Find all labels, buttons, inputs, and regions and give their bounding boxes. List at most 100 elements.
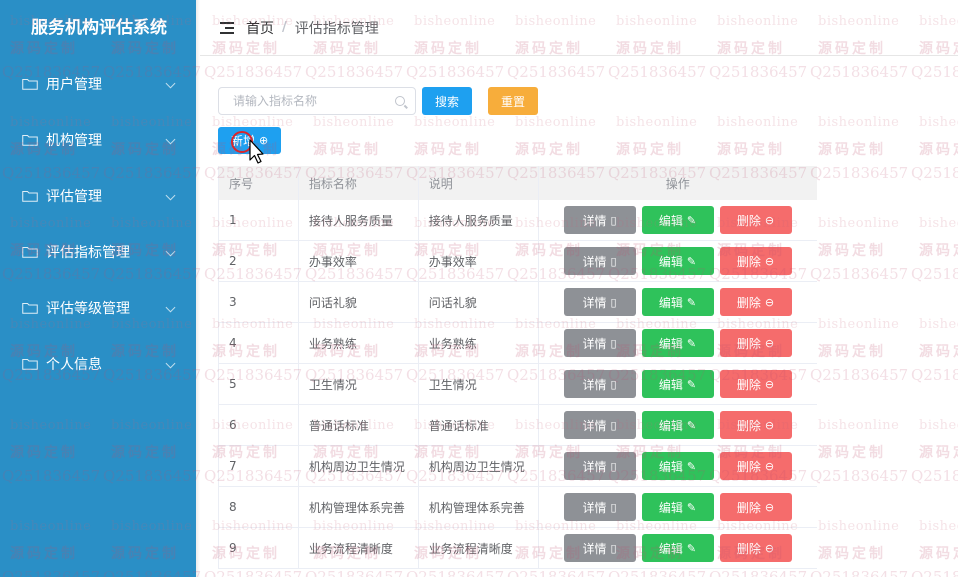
detail-button[interactable]: 详情 ▯: [563, 288, 636, 316]
detail-button[interactable]: 详情 ▯: [563, 452, 636, 480]
detail-label: 详情: [582, 254, 607, 269]
folder-icon: [22, 191, 38, 202]
delete-button[interactable]: 删除 ⊖: [719, 206, 792, 234]
delete-button[interactable]: 删除 ⊖: [719, 288, 792, 316]
book-icon: ▯: [610, 295, 617, 309]
watermark-text: Q251836457: [810, 63, 909, 81]
folder-icon: [22, 79, 38, 90]
watermark-text: 源码定制: [414, 142, 482, 158]
cell-index: 5: [219, 364, 299, 404]
plus-circle-icon: ⊕: [259, 134, 269, 147]
edit-button[interactable]: 编辑 ✎: [641, 452, 714, 480]
cell-actions: 详情 ▯ 编辑 ✎ 删除 ⊖: [539, 446, 818, 486]
sidebar-item-label: 评估等级管理: [46, 301, 130, 317]
cell-desc: 业务熟练: [419, 323, 539, 363]
detail-label: 详情: [582, 418, 607, 433]
search-input[interactable]: [219, 88, 415, 114]
edit-button[interactable]: 编辑 ✎: [641, 411, 714, 439]
reset-button[interactable]: 重置: [488, 87, 539, 115]
cell-actions: 详情 ▯ 编辑 ✎ 删除 ⊖: [539, 364, 818, 404]
watermark-text: bisheonline: [414, 115, 496, 130]
add-button[interactable]: 新增 ⊕: [218, 127, 282, 154]
search-toolbar: 搜索 重置: [218, 87, 539, 115]
edit-label: 编辑: [658, 541, 683, 556]
sidebar-item[interactable]: 用户管理: [0, 56, 196, 112]
cell-index: 1: [219, 200, 299, 240]
folder-icon: [22, 303, 38, 314]
sidebar-item[interactable]: 评估指标管理: [0, 224, 196, 280]
folder-icon: [22, 135, 38, 146]
chevron-down-icon: [165, 78, 176, 89]
edit-button[interactable]: 编辑 ✎: [641, 288, 714, 316]
detail-label: 详情: [582, 213, 607, 228]
table-body: 1 接待人服务质量 接待人服务质量 详情 ▯ 编辑 ✎ 删除 ⊖ 2 办事效率 办事效率 详情 ▯ 编辑 ✎ 删…: [219, 200, 817, 569]
watermark-text: Q251836457: [810, 467, 909, 485]
delete-button[interactable]: 删除 ⊖: [719, 452, 792, 480]
edit-button[interactable]: 编辑 ✎: [641, 206, 714, 234]
watermark-text: bisheonline: [818, 418, 900, 433]
table-row: 8 机构管理体系完善 机构管理体系完善 详情 ▯ 编辑 ✎ 删除 ⊖: [219, 487, 817, 528]
edit-button[interactable]: 编辑 ✎: [641, 247, 714, 275]
delete-label: 删除: [736, 254, 761, 269]
delete-label: 删除: [736, 500, 761, 515]
watermark-text: 源码定制: [515, 142, 583, 158]
chevron-down-icon: [165, 190, 176, 201]
edit-button[interactable]: 编辑 ✎: [641, 534, 714, 562]
delete-button[interactable]: 删除 ⊖: [719, 247, 792, 275]
book-icon: ▯: [610, 500, 617, 514]
pencil-icon: ✎: [686, 418, 697, 432]
edit-button[interactable]: 编辑 ✎: [641, 329, 714, 357]
watermark-text: Q251836457: [911, 164, 958, 182]
detail-button[interactable]: 详情 ▯: [563, 329, 636, 357]
delete-button[interactable]: 删除 ⊖: [719, 329, 792, 357]
detail-button[interactable]: 详情 ▯: [563, 247, 636, 275]
sidebar-item[interactable]: 个人信息: [0, 336, 196, 392]
watermark-text: Q251836457: [305, 568, 404, 577]
sidebar-item[interactable]: 评估管理: [0, 168, 196, 224]
watermark-text: 源码定制: [313, 142, 381, 158]
edit-button[interactable]: 编辑 ✎: [641, 370, 714, 398]
detail-button[interactable]: 详情 ▯: [563, 370, 636, 398]
cell-name: 业务流程清晰度: [299, 528, 419, 568]
cell-name: 卫生情况: [299, 364, 419, 404]
table-row: 9 业务流程清晰度 业务流程清晰度 详情 ▯ 编辑 ✎ 删除 ⊖: [219, 528, 817, 569]
sidebar-item-label: 机构管理: [46, 133, 102, 149]
watermark-text: 源码定制: [919, 344, 958, 360]
breadcrumb-home[interactable]: 首页: [246, 18, 274, 38]
delete-button[interactable]: 删除 ⊖: [719, 411, 792, 439]
watermark-text: 源码定制: [818, 344, 886, 360]
sidebar-item[interactable]: 评估等级管理: [0, 280, 196, 336]
detail-button[interactable]: 详情 ▯: [563, 493, 636, 521]
table-row: 7 机构周边卫生情况 机构周边卫生情况 详情 ▯ 编辑 ✎ 删除 ⊖: [219, 446, 817, 487]
cell-actions: 详情 ▯ 编辑 ✎ 删除 ⊖: [539, 200, 818, 240]
watermark-text: Q251836457: [810, 164, 909, 182]
chevron-down-icon: [165, 134, 176, 145]
watermark-text: 源码定制: [717, 142, 785, 158]
edit-button[interactable]: 编辑 ✎: [641, 493, 714, 521]
watermark-text: bisheonline: [313, 115, 395, 130]
watermark-text: bisheonline: [818, 216, 900, 231]
detail-label: 详情: [582, 377, 607, 392]
table-row: 6 普通话标准 普通话标准 详情 ▯ 编辑 ✎ 删除 ⊖: [219, 405, 817, 446]
hamburger-icon[interactable]: [220, 21, 234, 34]
watermark-text: 源码定制: [616, 142, 684, 158]
header-desc: 说明: [419, 166, 539, 200]
folder-icon: [22, 359, 38, 370]
detail-button[interactable]: 详情 ▯: [563, 411, 636, 439]
edit-label: 编辑: [658, 418, 683, 433]
delete-button[interactable]: 删除 ⊖: [719, 534, 792, 562]
app-title: 服务机构评估系统: [31, 18, 167, 38]
cell-desc: 接待人服务质量: [419, 200, 539, 240]
cell-index: 2: [219, 241, 299, 281]
detail-button[interactable]: 详情 ▯: [563, 534, 636, 562]
delete-button[interactable]: 删除 ⊖: [719, 493, 792, 521]
top-header: 首页 / 评估指标管理: [200, 0, 958, 56]
watermark-text: Q251836457: [911, 265, 958, 283]
sidebar-item[interactable]: 机构管理: [0, 112, 196, 168]
detail-button[interactable]: 详情 ▯: [563, 206, 636, 234]
watermark-text: bisheonline: [919, 216, 958, 231]
cell-index: 8: [219, 487, 299, 527]
search-button[interactable]: 搜索: [422, 87, 473, 115]
delete-button[interactable]: 删除 ⊖: [719, 370, 792, 398]
cell-index: 3: [219, 282, 299, 322]
